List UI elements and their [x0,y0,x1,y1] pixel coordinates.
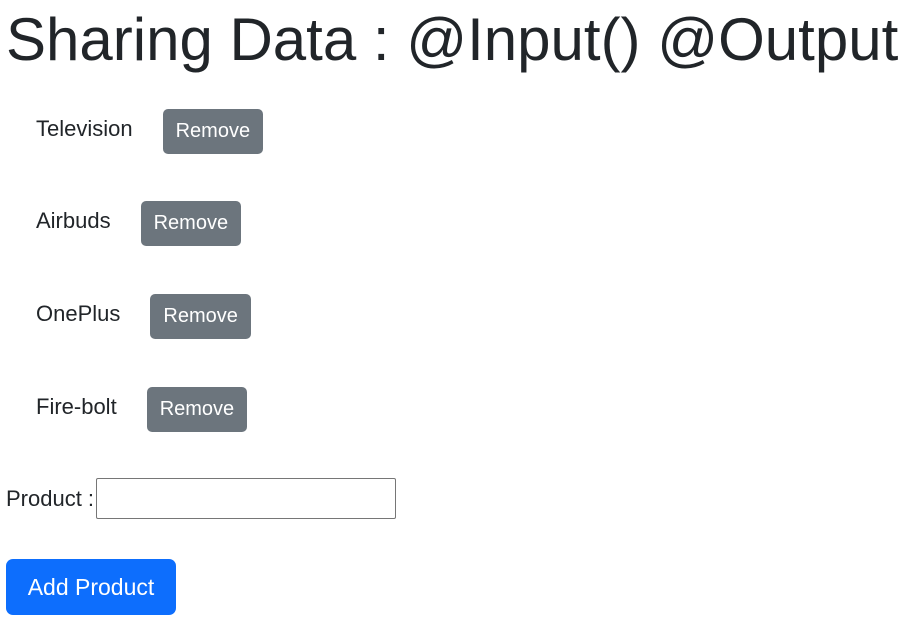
product-name: Fire-bolt [36,394,117,419]
remove-button[interactable]: Remove [162,108,264,154]
add-product-button[interactable]: Add Product [6,559,176,615]
list-item: Airbuds Remove [36,198,242,246]
product-input[interactable] [96,478,397,519]
product-list: Television Remove Airbuds Remove OnePlus… [36,0,436,450]
remove-button[interactable]: Remove [140,200,242,246]
page: Sharing Data : @Input() @Output Televisi… [0,0,922,632]
product-label: Product : [6,485,95,511]
remove-button[interactable]: Remove [150,293,251,339]
product-name: OnePlus [36,301,121,326]
list-item: Fire-bolt Remove [36,384,248,432]
list-item: OnePlus Remove [36,291,251,339]
product-form: Product : [6,478,397,519]
product-name: Television [36,116,133,141]
remove-button[interactable]: Remove [146,386,248,432]
list-item: Television Remove [36,106,264,154]
product-name: Airbuds [36,208,111,233]
